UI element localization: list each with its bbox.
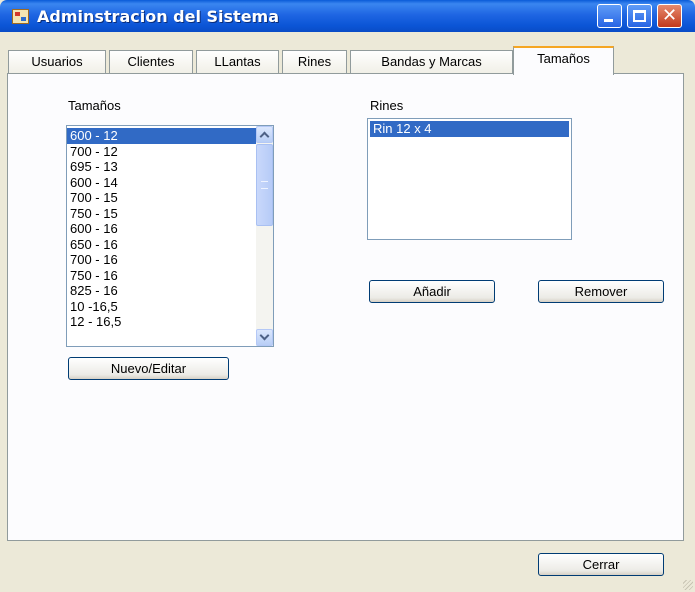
list-item[interactable]: 750 - 15 xyxy=(67,206,257,222)
window-title: Adminstracion del Sistema xyxy=(37,7,280,26)
minimize-icon xyxy=(604,19,613,22)
tab-tamanos[interactable]: Tamaños xyxy=(513,46,614,75)
list-item[interactable]: 700 - 15 xyxy=(67,190,257,206)
list-item[interactable]: 825 - 16 xyxy=(67,283,257,299)
list-item[interactable]: 695 - 13 xyxy=(67,159,257,175)
rines-listbox[interactable]: Rin 12 x 4 xyxy=(367,118,572,240)
remover-button[interactable]: Remover xyxy=(538,280,664,303)
app-window: Adminstracion del Sistema ✕ Usuarios Cli… xyxy=(0,0,695,592)
chevron-up-icon xyxy=(259,131,270,142)
list-item[interactable]: Rin 12 x 4 xyxy=(370,121,569,137)
chevron-down-icon xyxy=(259,330,270,341)
scroll-down-button[interactable] xyxy=(256,329,273,346)
tab-usuarios[interactable]: Usuarios xyxy=(8,50,106,74)
rines-label: Rines xyxy=(370,98,404,113)
resize-grip-icon[interactable] xyxy=(683,580,693,590)
tab-llantas[interactable]: LLantas xyxy=(196,50,279,74)
list-item[interactable]: 600 - 16 xyxy=(67,221,257,237)
list-item[interactable]: 12 - 16,5 xyxy=(67,314,257,330)
list-item[interactable]: 750 - 16 xyxy=(67,268,257,284)
tamanos-listbox[interactable]: 600 - 12 700 - 12 695 - 13 600 - 14 700 … xyxy=(66,125,274,347)
title-bar[interactable]: Adminstracion del Sistema ✕ xyxy=(0,0,695,32)
list-item[interactable]: 650 - 16 xyxy=(67,237,257,253)
scroll-up-button[interactable] xyxy=(256,126,273,143)
tamanos-scrollbar[interactable] xyxy=(256,126,273,346)
minimize-button[interactable] xyxy=(597,4,622,28)
tamanos-label: Tamaños xyxy=(68,98,121,113)
cerrar-button[interactable]: Cerrar xyxy=(538,553,664,576)
close-icon: ✕ xyxy=(661,5,678,26)
list-item[interactable]: 700 - 12 xyxy=(67,144,257,160)
list-item[interactable]: 700 - 16 xyxy=(67,252,257,268)
list-item[interactable]: 10 -16,5 xyxy=(67,299,257,315)
list-item[interactable]: 600 - 12 xyxy=(67,128,257,144)
scroll-thumb[interactable] xyxy=(256,144,273,226)
anadir-button[interactable]: Añadir xyxy=(369,280,495,303)
maximize-icon xyxy=(633,10,646,22)
nuevo-editar-button[interactable]: Nuevo/Editar xyxy=(68,357,229,380)
maximize-button[interactable] xyxy=(627,4,652,28)
grip-icon xyxy=(261,181,268,189)
app-icon[interactable] xyxy=(12,9,29,24)
close-window-button[interactable]: ✕ xyxy=(657,4,682,28)
tab-bandas-y-marcas[interactable]: Bandas y Marcas xyxy=(350,50,513,74)
list-item[interactable]: 600 - 14 xyxy=(67,175,257,191)
tab-clientes[interactable]: Clientes xyxy=(109,50,193,74)
tab-rines[interactable]: Rines xyxy=(282,50,347,74)
